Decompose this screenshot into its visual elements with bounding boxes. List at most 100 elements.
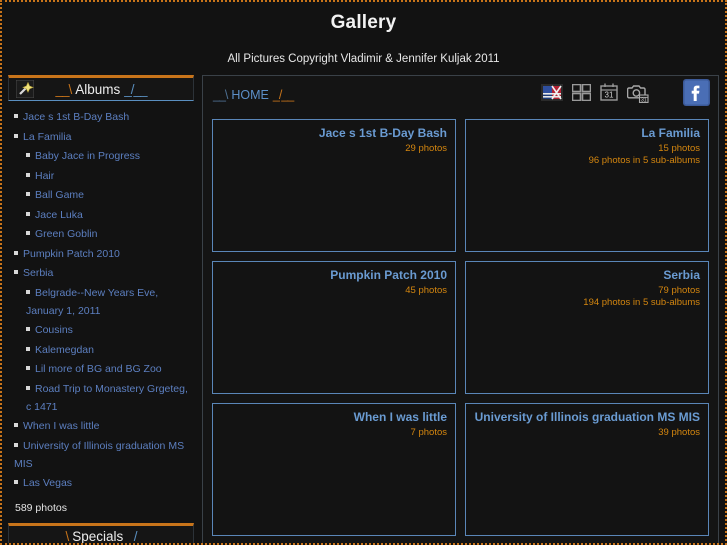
album-title[interactable]: La Familia — [474, 126, 700, 141]
svg-text:31: 31 — [605, 91, 614, 100]
album-card[interactable]: When I was little 7 photos — [212, 403, 456, 536]
deco-left: __\ — [52, 529, 69, 544]
list-item: Hair — [14, 166, 192, 184]
list-item: Baby Jace in Progress — [14, 146, 192, 164]
albums-block-title: __\ Albums _/__ — [55, 81, 147, 97]
bullet-icon — [26, 366, 30, 370]
list-item: When I was little — [14, 416, 192, 434]
bullet-icon — [26, 192, 30, 196]
sidebar-album-link[interactable]: Las Vegas — [23, 477, 72, 489]
site-header: Gallery All Pictures Copyright Vladimir … — [2, 2, 725, 65]
list-item: Cousins — [14, 320, 192, 338]
sidebar-album-link[interactable]: Jace Luka — [35, 209, 83, 221]
breadcrumb-home-link[interactable]: HOME — [231, 88, 269, 102]
sidebar-album-link[interactable]: Green Goblin — [35, 228, 97, 240]
list-item: Jace s 1st B-Day Bash — [14, 107, 192, 125]
album-card[interactable]: Serbia 79 photos 194 photos in 5 sub-album… — [465, 261, 709, 394]
album-photo-count: 7 photos — [410, 426, 447, 438]
sidebar-album-link[interactable]: Hair — [35, 170, 54, 182]
bullet-icon — [14, 270, 18, 274]
album-photo-count: 29 photos — [405, 142, 447, 154]
list-item: Serbia — [14, 263, 192, 281]
sidebar-album-link[interactable]: Ball Game — [35, 189, 84, 201]
sidebar-album-link[interactable]: Belgrade--New Years Eve, January 1, 2011 — [26, 287, 158, 317]
bullet-icon — [26, 327, 30, 331]
toolbar-icon-group: 31 31 — [541, 79, 710, 111]
bullet-icon — [14, 442, 18, 447]
bullet-icon — [26, 153, 30, 157]
bullet-icon — [14, 114, 18, 118]
albums-photo-total: 589 photos — [15, 501, 67, 514]
album-title[interactable]: Serbia — [474, 268, 700, 283]
sidebar-album-link[interactable]: Road Trip to Monastery Grgeteg, c 1471 — [26, 383, 188, 413]
list-item: La Familia — [14, 127, 192, 145]
album-title[interactable]: When I was little — [221, 410, 447, 425]
list-item: Kalemegdan — [14, 340, 192, 358]
specials-block-header: __\ Specials _/__ — [8, 522, 194, 544]
sidebar-album-link[interactable]: Cousins — [35, 324, 73, 336]
sidebar-album-link[interactable]: Pumpkin Patch 2010 — [23, 248, 120, 260]
bullet-icon — [26, 385, 30, 390]
deco-right: _/__ — [127, 529, 150, 544]
albums-block-header: __\ Albums _/__ — [8, 75, 194, 101]
thumbnail-grid-icon[interactable] — [571, 83, 592, 106]
list-item: Pumpkin Patch 2010 — [14, 244, 192, 262]
page-root: Gallery All Pictures Copyright Vladimir … — [0, 0, 727, 545]
sidebar-album-link[interactable]: When I was little — [23, 420, 99, 432]
breadcrumb[interactable]: __\ HOME _/__ — [213, 88, 294, 102]
album-card[interactable]: Jace s 1st B-Day Bash 29 photos — [212, 119, 456, 252]
main-content: __\ HOME _/__ 31 31 Jace s 1st B-Day Bas… — [202, 75, 719, 543]
language-flag-icon[interactable] — [541, 84, 563, 106]
svg-text:31: 31 — [641, 98, 647, 103]
list-item: Lil more of BG and BG Zoo — [14, 359, 192, 377]
albums-nav-list: Jace s 1st B-Day Bash La Familia Baby Jace… — [8, 107, 194, 491]
album-title[interactable]: University of Illinois graduation MS MIS — [474, 410, 700, 425]
album-subalbum-count: 96 photos in 5 sub-albums — [588, 154, 700, 166]
calendar-icon[interactable]: 31 — [600, 83, 618, 107]
deco-right: _/__ — [124, 81, 147, 97]
bullet-icon — [14, 423, 18, 427]
sidebar-album-link[interactable]: Kalemegdan — [35, 344, 94, 356]
album-card[interactable]: Pumpkin Patch 2010 45 photos — [212, 261, 456, 394]
bullet-icon — [14, 133, 18, 138]
bullet-icon — [26, 172, 30, 177]
page-title: Gallery — [330, 12, 397, 33]
list-item: University of Illinois graduation MS MIS — [14, 436, 192, 472]
sidebar-album-link[interactable]: Baby Jace in Progress — [35, 150, 140, 162]
sidebar-block-albums: __\ Albums _/__ Jace s 1st B-Day Bash La … — [8, 75, 194, 514]
content-panel: __\ HOME _/__ 31 31 Jace s 1st B-Day Bas… — [202, 75, 719, 543]
sidebar-album-link[interactable]: Serbia — [23, 267, 53, 279]
sidebar-album-link[interactable]: University of Illinois graduation MS MIS — [14, 440, 184, 470]
album-subalbum-count: 194 photos in 5 sub-albums — [583, 296, 700, 308]
album-card[interactable]: University of Illinois graduation MS MIS… — [465, 403, 709, 536]
bullet-icon — [26, 231, 30, 235]
album-card[interactable]: La Familia 15 photos 96 photos in 5 sub-al… — [465, 119, 709, 252]
sidebar: __\ Albums _/__ Jace s 1st B-Day Bash La … — [8, 75, 194, 544]
list-item: Jace Luka — [14, 205, 192, 223]
album-title[interactable]: Pumpkin Patch 2010 — [221, 268, 447, 283]
album-photo-count: 45 photos — [405, 284, 447, 296]
bullet-icon — [26, 289, 30, 294]
list-item: Belgrade--New Years Eve, January 1, 2011 — [14, 283, 192, 319]
album-photo-count: 39 photos — [658, 426, 700, 438]
facebook-icon[interactable] — [683, 79, 710, 111]
breadcrumb-deco-right: _/__ — [272, 88, 294, 102]
deco-left: __\ — [55, 81, 72, 97]
list-item: Road Trip to Monastery Grgeteg, c 1471 — [14, 379, 192, 415]
album-photo-count: 79 photos — [658, 284, 700, 296]
albums-title-text: Albums — [75, 81, 121, 97]
breadcrumb-deco-left: __\ — [213, 88, 228, 102]
bullet-icon — [26, 211, 30, 216]
sidebar-album-link[interactable]: La Familia — [23, 131, 71, 143]
album-photo-count: 15 photos — [658, 142, 700, 154]
sidebar-block-specials: __\ Specials _/__ Most visitedBest rated… — [8, 522, 194, 544]
bullet-icon — [14, 480, 18, 484]
specials-block-title: __\ Specials _/__ — [52, 529, 150, 544]
copyright-notice: All Pictures Copyright Vladimir & Jennif… — [227, 53, 500, 65]
magic-wand-icon — [15, 79, 35, 99]
album-title[interactable]: Jace s 1st B-Day Bash — [221, 126, 447, 141]
sidebar-album-link[interactable]: Jace s 1st B-Day Bash — [23, 111, 129, 123]
camera-calendar-icon[interactable]: 31 — [626, 82, 649, 108]
sidebar-album-link[interactable]: Lil more of BG and BG Zoo — [35, 363, 162, 375]
bullet-icon — [14, 250, 18, 255]
